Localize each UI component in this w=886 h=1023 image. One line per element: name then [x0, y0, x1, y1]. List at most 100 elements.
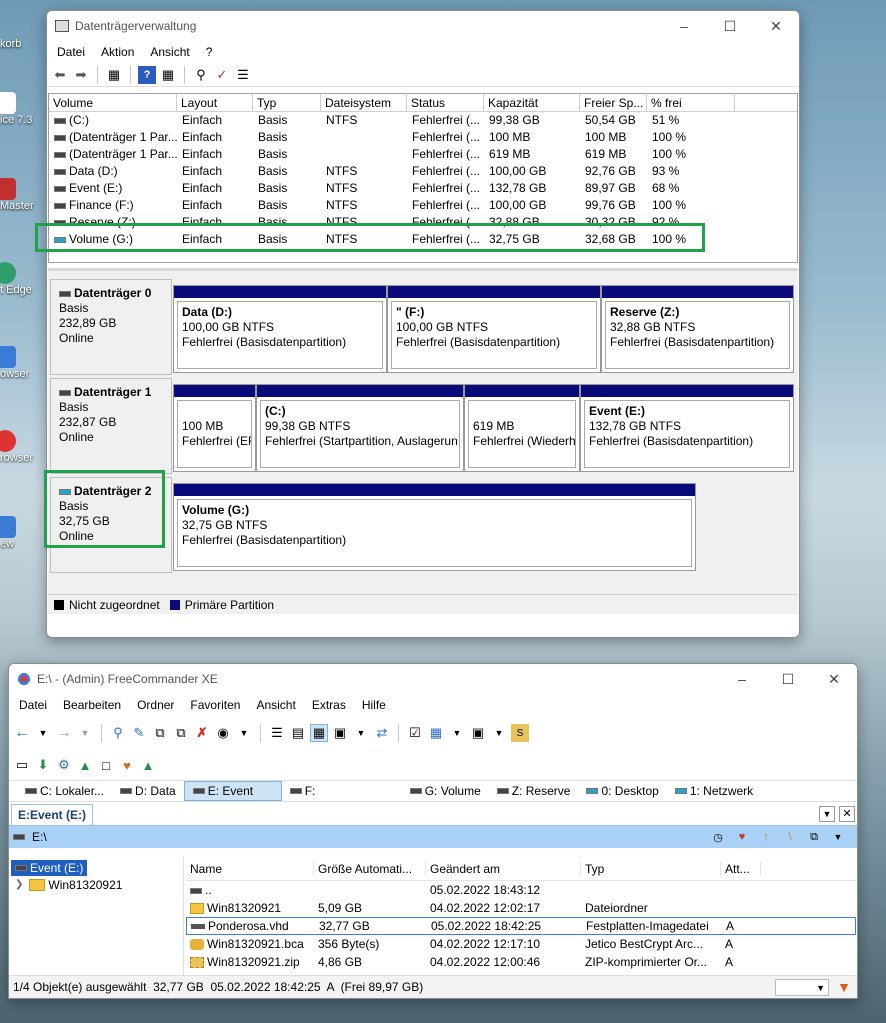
tree-view-icon[interactable]: ☰ [268, 724, 286, 742]
copy-path-icon[interactable]: ⧉ [805, 828, 823, 846]
back-icon[interactable]: ← [13, 724, 31, 742]
volume-row[interactable]: Event (E:) Einfach Basis NTFS Fehlerfrei (..… [49, 180, 797, 197]
partition-f[interactable]: " (F:) 100,00 GB NTFS Fehlerfrei (Basisdat… [387, 285, 601, 373]
desktop-icon-office[interactable]: ice 7.3 [0, 92, 48, 126]
root-folder-icon[interactable]: \ [781, 828, 799, 846]
window-dropdown-icon[interactable]: ▼ [490, 724, 508, 742]
layout-icon[interactable]: ▦ [427, 724, 445, 742]
col-size[interactable]: Größe Automati... [314, 861, 426, 876]
partition-event-e[interactable]: Event (E:) 132,78 GB NTFS Fehlerfrei (Basi… [580, 384, 794, 472]
panel-tab-close-icon[interactable]: ✕ [839, 806, 855, 822]
col-modified[interactable]: Geändert am [426, 861, 581, 876]
binoculars-dropdown-icon[interactable]: ▼ [235, 724, 253, 742]
col-type[interactable]: Typ [581, 861, 721, 876]
col-typ[interactable]: Typ [253, 94, 321, 111]
col-status[interactable]: Status [407, 94, 484, 111]
file-row[interactable]: Ponderosa.vhd 32,77 GB 05.02.2022 18:42:25… [186, 917, 856, 935]
disk-0-label[interactable]: Datenträger 0 Basis 232,89 GB Online [50, 279, 172, 375]
sort-icon[interactable]: ▲ [76, 756, 94, 774]
desktop-icon-edge[interactable]: t Edge [0, 262, 48, 296]
forward-dropdown-icon[interactable]: ▼ [76, 724, 94, 742]
properties-icon[interactable]: ▦ [105, 66, 123, 84]
partition-recovery[interactable]: 619 MB Fehlerfrei (Wiederh [464, 384, 580, 472]
back-dropdown-icon[interactable]: ▼ [34, 724, 52, 742]
fc-minimize-button[interactable]: – [719, 671, 765, 687]
fc-menu-ansicht[interactable]: Ansicht [248, 698, 303, 712]
minimize-button[interactable]: – [661, 18, 707, 34]
file-row[interactable]: .. 05.02.2022 18:43:12 [186, 881, 856, 899]
monitor-icon[interactable]: ⚙ [55, 756, 73, 774]
panel-tab-dropdown-icon[interactable]: ▼ [819, 806, 835, 822]
close-button[interactable]: ✕ [753, 18, 799, 35]
desktop-icon-master[interactable]: Master [0, 178, 48, 212]
view-icon[interactable]: ▦ [159, 66, 177, 84]
new-file-icon[interactable]: □ [97, 756, 115, 774]
col-prozent-frei[interactable]: % frei [647, 94, 735, 111]
drive-tab-network[interactable]: 1: Netzwerk [667, 781, 761, 801]
tree-item-event[interactable]: Event (E:) [11, 859, 183, 876]
drive-tab-desktop[interactable]: 0: Desktop [578, 781, 666, 801]
window-icon[interactable]: ▣ [469, 724, 487, 742]
desktop-icon-browser-2[interactable]: rowser [0, 430, 48, 464]
layout-dropdown-icon[interactable]: ▼ [448, 724, 466, 742]
volume-row[interactable]: (Datenträger 1 Par... Einfach Basis Fehlerf… [49, 129, 797, 146]
help-icon[interactable]: ? [138, 65, 156, 84]
volume-row[interactable]: Data (D:) Einfach Basis NTFS Fehlerfrei (...… [49, 163, 797, 180]
delete-icon[interactable]: ✗ [193, 724, 211, 742]
tree-item-win81320921[interactable]: ❯ Win81320921 [15, 876, 183, 893]
fc-menu-extras[interactable]: Extras [304, 698, 354, 712]
maximize-button[interactable]: ☐ [707, 18, 753, 35]
favorites-folder-icon[interactable]: ♥ [733, 828, 751, 846]
copy-icon[interactable]: ⧉ [151, 724, 169, 742]
search-icon[interactable]: ⚲ [109, 724, 127, 742]
disk-1-label[interactable]: Datenträger 1 Basis 232,87 GB Online [50, 378, 172, 474]
volume-row[interactable]: (C:) Einfach Basis NTFS Fehlerfrei (... 99,38… [49, 112, 797, 129]
binoculars-icon[interactable]: ◉ [214, 724, 232, 742]
desktop-icon-browser[interactable]: owser [0, 346, 48, 380]
expand-chevron-icon[interactable]: ❯ [15, 879, 23, 890]
col-dateisystem[interactable]: Dateisystem [321, 94, 407, 111]
volume-row[interactable]: (Datenträger 1 Par... Einfach Basis Fehlerf… [49, 146, 797, 163]
list-view-icon[interactable]: ▤ [289, 724, 307, 742]
menu-aktion[interactable]: Aktion [93, 45, 142, 59]
drive-tab-z[interactable]: Z: Reserve [489, 781, 579, 801]
parent-folder-icon[interactable]: ↑ [757, 828, 775, 846]
col-attributes[interactable]: Att... [721, 861, 761, 876]
col-volume[interactable]: Volume [49, 94, 177, 111]
file-row[interactable]: Win81320921.bca 356 Byte(s) 04.02.2022 12:… [186, 935, 856, 953]
desktop-icon-recycle-bin[interactable]: korb [0, 38, 48, 50]
back-icon[interactable]: ⬅ [51, 66, 69, 84]
panel-tab[interactable]: E:Event (E:) [11, 804, 94, 825]
fc-menu-favoriten[interactable]: Favoriten [182, 698, 248, 712]
details-view-icon[interactable]: ▦ [310, 724, 328, 742]
thumbnail-view-icon[interactable]: ▣ [331, 724, 349, 742]
menu-help[interactable]: ? [198, 45, 221, 59]
forward-icon[interactable]: → [55, 724, 73, 742]
move-icon[interactable]: ⧉ [172, 724, 190, 742]
fc-menu-ordner[interactable]: Ordner [129, 698, 182, 712]
desktop-icon-view[interactable]: ew [0, 516, 48, 550]
download-icon[interactable]: ⬇ [34, 756, 52, 774]
col-name[interactable]: Name ⌃ [186, 861, 314, 876]
file-row[interactable]: Win81320921.zip 4,86 GB 04.02.2022 12:00:4… [186, 953, 856, 971]
partition-efi[interactable]: 100 MB Fehlerfrei (EF [173, 384, 256, 472]
current-path[interactable]: E:\ [32, 830, 47, 844]
partition-volume-g[interactable]: Volume (G:) 32,75 GB NTFS Fehlerfrei (Basi… [173, 483, 696, 571]
chart-icon[interactable]: ▲ [139, 756, 157, 774]
volume-row[interactable]: Finance (F:) Einfach Basis NTFS Fehlerfrei (… [49, 197, 797, 214]
history-icon[interactable]: ◷ [709, 828, 727, 846]
menu-datei[interactable]: Datei [49, 45, 93, 59]
path-dropdown-icon[interactable]: ▼ [829, 828, 847, 846]
partition-c[interactable]: (C:) 99,38 GB NTFS Fehlerfrei (Startpartit… [256, 384, 464, 472]
checklist-icon[interactable]: ☑ [406, 724, 424, 742]
fc-menu-bearbeiten[interactable]: Bearbeiten [55, 698, 129, 712]
connect-icon[interactable]: ⚲ [192, 66, 210, 84]
drive-tab-c[interactable]: C: Lokaler... [17, 781, 112, 801]
filter-icon[interactable]: ▼ [837, 979, 851, 995]
edit-icon[interactable]: ✎ [130, 724, 148, 742]
filter-combobox[interactable]: ▼ [775, 978, 829, 996]
menu-ansicht[interactable]: Ansicht [142, 45, 197, 59]
drive-tab-g[interactable]: G: Volume [402, 781, 489, 801]
sync-icon[interactable]: ⇄ [373, 724, 391, 742]
col-layout[interactable]: Layout [177, 94, 253, 111]
